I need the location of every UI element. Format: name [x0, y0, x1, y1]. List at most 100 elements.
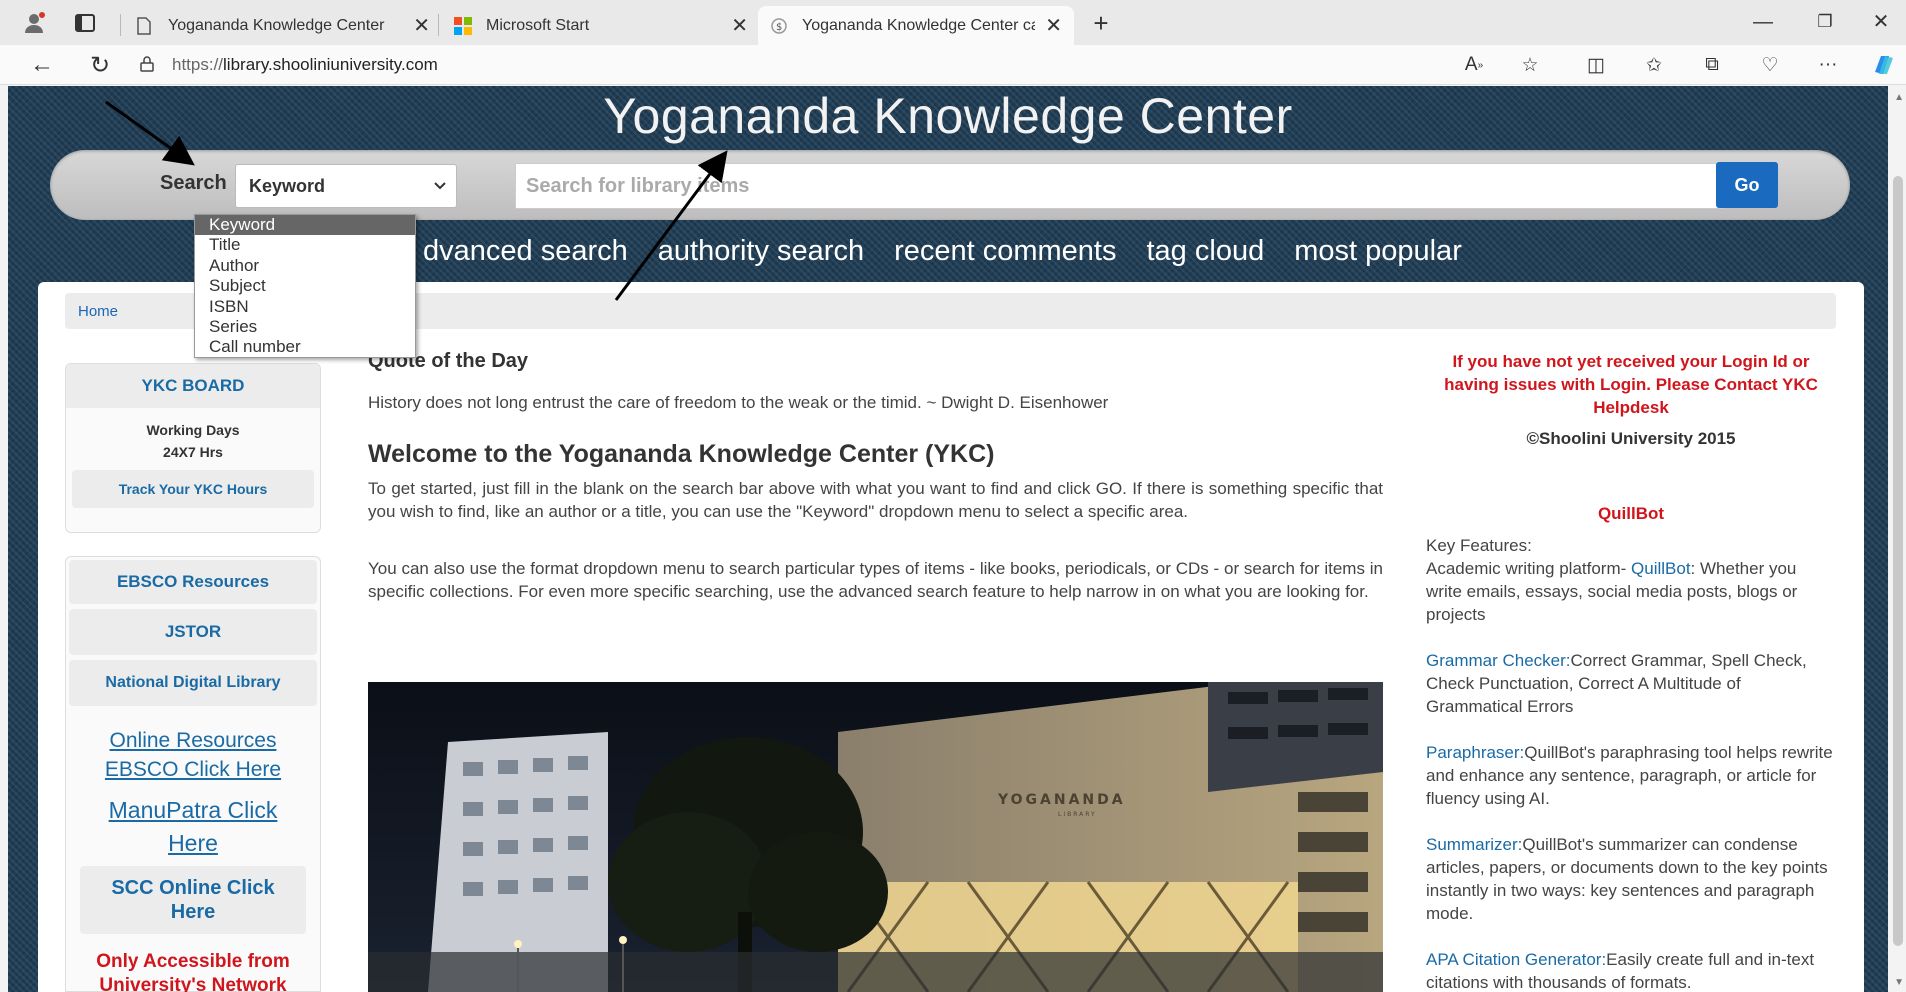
format-paragraph: You can also use the format dropdown men…: [368, 559, 1383, 601]
most-popular-link[interactable]: most popular: [1294, 235, 1462, 268]
access-note: Only Accessible from University's Networ…: [66, 950, 320, 992]
site-title: Yogananda Knowledge Center: [603, 88, 1293, 144]
restore-icon[interactable]: ❐: [1800, 6, 1850, 38]
apa-citation-link[interactable]: APA Citation Generator:: [1426, 950, 1606, 969]
feature-academic: Academic writing platform- QuillBot: Whe…: [1426, 557, 1836, 626]
manupatra-link[interactable]: ManuPatra Click: [66, 796, 320, 825]
advanced-search-link[interactable]: dvanced search: [423, 235, 628, 268]
close-tab-icon[interactable]: ✕: [731, 13, 748, 38]
right-sidebar: If you have not yet received your Login …: [1426, 350, 1836, 992]
track-hours-button[interactable]: Track Your YKC Hours: [72, 470, 314, 508]
new-tab-button[interactable]: +: [1088, 8, 1114, 38]
url-protocol: https://: [172, 55, 224, 74]
copyright-text: ©Shoolini University 2015: [1526, 429, 1736, 448]
building-sign-sub: LIBRARY: [1058, 811, 1097, 818]
tab-1-title: Yogananda Knowledge Center: [168, 16, 385, 34]
page-scrollbar[interactable]: ▲ ▼: [1889, 86, 1906, 992]
ykc-board-panel: YKC BOARD Working Days 24X7 Hrs Track Yo…: [65, 363, 321, 533]
main-content: Quote of the Day History does not long e…: [368, 350, 1383, 603]
working-days-label: Working Days: [146, 422, 240, 438]
manupatra-here-link[interactable]: Here: [66, 829, 320, 858]
ebsco-click-here-link[interactable]: EBSCO Click Here: [66, 755, 320, 784]
dropdown-option-author[interactable]: Author: [195, 256, 415, 276]
minimize-icon[interactable]: —: [1738, 6, 1788, 38]
tab-2[interactable]: Microsoft Start ✕: [442, 6, 760, 45]
scroll-up-icon[interactable]: ▲: [1894, 92, 1904, 103]
refresh-icon[interactable]: ↻: [84, 49, 116, 81]
recent-comments-link[interactable]: recent comments: [894, 235, 1116, 268]
library-building-photo: YOGANANDA LIBRARY: [368, 682, 1383, 992]
tab-3-title: Yogananda Knowledge Center ca: [802, 16, 1036, 34]
tag-cloud-link[interactable]: tag cloud: [1147, 235, 1265, 268]
search-bar: Search Keyword Search for library items …: [50, 150, 1850, 220]
window-close-icon[interactable]: ✕: [1856, 6, 1906, 38]
breadcrumb-home-link[interactable]: Home: [78, 303, 118, 320]
building-sign: YOGANANDA: [997, 792, 1126, 808]
microsoft-start-icon: [454, 16, 472, 35]
back-icon[interactable]: ←: [26, 49, 58, 81]
authority-search-link[interactable]: authority search: [658, 235, 864, 268]
url-field[interactable]: https:// library.shooliniuniversity.com: [140, 49, 1450, 81]
favorites-list-icon[interactable]: ✩: [1638, 51, 1670, 79]
feature-paraphraser: Paraphraser:QuillBot's paraphrasing tool…: [1426, 741, 1836, 810]
favorite-star-icon[interactable]: ☆: [1514, 51, 1546, 79]
dropdown-option-call-number[interactable]: Call number: [195, 337, 415, 357]
search-label: Search: [160, 172, 227, 194]
profile-icon[interactable]: [22, 10, 48, 36]
loading-icon: $: [770, 17, 788, 35]
search-nav-links: dvanced search authority search recent c…: [423, 229, 1492, 273]
lock-icon: [140, 55, 158, 75]
search-type-select[interactable]: Keyword: [235, 164, 457, 208]
quillbot-link[interactable]: QuillBot: [1631, 559, 1691, 578]
browser-tab-bar: Yogananda Knowledge Center ✕ Microsoft S…: [0, 0, 1906, 45]
more-options-icon[interactable]: ···: [1812, 51, 1844, 79]
tab-2-title: Microsoft Start: [486, 16, 590, 34]
dropdown-option-subject[interactable]: Subject: [195, 276, 415, 296]
ebsco-resources-link[interactable]: EBSCO Resources: [69, 560, 317, 604]
dropdown-option-isbn[interactable]: ISBN: [195, 297, 415, 317]
grammar-checker-link[interactable]: Grammar Checker:: [1426, 651, 1571, 670]
collections-icon[interactable]: ⧉: [1696, 51, 1728, 79]
chevron-down-icon: [434, 177, 446, 193]
quote-heading: Quote of the Day: [368, 350, 529, 372]
feature-summarizer: Summarizer:QuillBot's summarizer can con…: [1426, 833, 1836, 925]
split-screen-icon[interactable]: ◫: [1580, 51, 1612, 79]
welcome-heading: Welcome to the Yogananda Knowledge Cente…: [368, 440, 995, 468]
key-features-label: Key Features:: [1426, 536, 1532, 555]
feature-academic-pre: Academic writing platform-: [1426, 559, 1632, 578]
quillbot-title: QuillBot: [1597, 504, 1665, 523]
dropdown-option-keyword[interactable]: Keyword: [195, 215, 415, 236]
copilot-icon[interactable]: [1868, 51, 1900, 79]
resources-panel: EBSCO Resources JSTOR National Digital L…: [65, 556, 321, 992]
scc-online-button[interactable]: SCC Online Click Here: [80, 866, 306, 934]
summarizer-link[interactable]: Summarizer:: [1426, 835, 1522, 854]
tab-actions-icon[interactable]: [72, 10, 98, 36]
jstor-link[interactable]: JSTOR: [69, 609, 317, 655]
search-type-value: Keyword: [249, 175, 326, 196]
dropdown-option-series[interactable]: Series: [195, 317, 415, 337]
tab-3-active[interactable]: $ Yogananda Knowledge Center ca ✕: [758, 6, 1074, 45]
national-digital-library-link[interactable]: National Digital Library: [69, 660, 317, 706]
access-note-line-2: University's Network: [99, 975, 287, 992]
close-tab-icon[interactable]: ✕: [413, 13, 430, 38]
intro-paragraph: To get started, just fill in the blank o…: [368, 479, 1383, 521]
feature-grammar: Grammar Checker:Correct Grammar, Spell C…: [1426, 649, 1836, 718]
url-host: library.shooliniuniversity.com: [223, 55, 438, 74]
scroll-down-icon[interactable]: ▼: [1894, 977, 1904, 988]
feature-apa: APA Citation Generator:Easily create ful…: [1426, 948, 1836, 992]
ykc-board-title: YKC BOARD: [66, 364, 320, 408]
browser-essentials-icon[interactable]: ♡: [1754, 51, 1786, 79]
online-resources-link[interactable]: Online Resources: [66, 726, 320, 755]
search-input[interactable]: Search for library items: [515, 163, 1725, 209]
paraphraser-link[interactable]: Paraphraser:: [1426, 743, 1524, 762]
quote-text: History does not long entrust the care o…: [368, 393, 1109, 412]
scroll-thumb[interactable]: [1893, 176, 1903, 946]
tab-1[interactable]: Yogananda Knowledge Center ✕: [124, 6, 442, 45]
svg-text:$: $: [776, 22, 782, 33]
dropdown-option-title[interactable]: Title: [195, 235, 415, 255]
go-button[interactable]: Go: [1716, 162, 1778, 208]
page-icon: [136, 16, 154, 35]
read-aloud-icon[interactable]: A»: [1458, 51, 1490, 79]
close-tab-icon[interactable]: ✕: [1045, 13, 1062, 38]
login-alert: If you have not yet received your Login …: [1444, 352, 1818, 417]
